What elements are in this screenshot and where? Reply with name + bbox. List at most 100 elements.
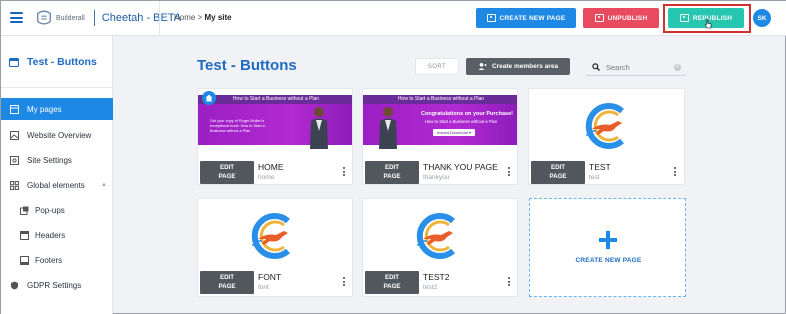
unpublish-button[interactable]: UNPUBLISH: [583, 8, 659, 28]
site-icon: [9, 57, 19, 67]
edit-page-button[interactable]: EDIT PAGE: [365, 161, 419, 184]
more-options-icon[interactable]: [343, 167, 346, 176]
sidebar-item-label: Website Overview: [27, 130, 92, 140]
more-options-icon[interactable]: [508, 167, 511, 176]
breadcrumb-home[interactable]: Home: [174, 13, 195, 22]
edit-page-button[interactable]: EDIT PAGE: [531, 161, 585, 184]
thumbnail-subheading: How to Start a Business without a Plan: [425, 119, 498, 124]
sidebar-item-label: Headers: [35, 230, 66, 240]
page-label: PAGE: [383, 282, 401, 290]
footer-icon: [20, 255, 29, 265]
create-new-page-button[interactable]: CREATE NEW PAGE: [476, 8, 576, 28]
clear-search-icon[interactable]: ×: [674, 64, 681, 71]
site-title-text: Test - Buttons: [27, 56, 97, 68]
more-options-icon[interactable]: [508, 277, 511, 286]
sidebar-item-headers[interactable]: Headers: [1, 224, 113, 246]
chevron-up-icon[interactable]: ▲: [101, 182, 107, 188]
sidebar-item-popups[interactable]: Pop-ups: [1, 199, 113, 221]
page-label: PAGE: [383, 172, 401, 180]
breadcrumb-separator: >: [197, 13, 203, 22]
sidebar-item-site-settings[interactable]: Site Settings: [1, 149, 113, 171]
sidebar-item-label: Pop-ups: [35, 205, 65, 215]
create-members-area-button[interactable]: Create members area: [466, 58, 570, 75]
page-card-thank-you[interactable]: How to Start a Business without a Plan C…: [362, 88, 518, 185]
search-input[interactable]: [606, 62, 676, 72]
user-avatar[interactable]: SK: [753, 9, 771, 27]
sidebar-item-my-pages[interactable]: My pages: [1, 98, 113, 120]
cheetah-logo-icon: [585, 103, 624, 149]
card-footer: EDIT PAGE TEST test: [529, 159, 684, 184]
edit-page-button[interactable]: EDIT PAGE: [200, 161, 254, 184]
page-thumbnail[interactable]: How to Start a Business without a Plan G…: [198, 89, 352, 159]
sidebar: Test - Buttons My pages Website Overview…: [1, 36, 113, 314]
popup-icon: [20, 206, 29, 215]
page-card-home[interactable]: How to Start a Business without a Plan G…: [197, 88, 353, 185]
logo-text: Builderall: [56, 14, 85, 22]
settings-icon: [10, 155, 19, 165]
page-card-test2[interactable]: EDIT PAGE TEST2 test2: [362, 198, 518, 297]
breadcrumb-current: My site: [204, 13, 232, 22]
edit-label: EDIT: [550, 164, 566, 172]
page-name: FONT: [258, 272, 282, 282]
page-thumbnail[interactable]: [198, 199, 352, 269]
page-label: PAGE: [218, 172, 236, 180]
search-box: ×: [586, 59, 686, 76]
cheetah-logo-icon: [416, 213, 455, 259]
sidebar-item-label: Footers: [35, 255, 63, 265]
sidebar-item-footers[interactable]: Footers: [1, 249, 113, 271]
page-slug: font: [258, 284, 269, 291]
edit-label: EDIT: [219, 274, 235, 282]
home-icon: [205, 94, 213, 102]
page-slug: home: [258, 174, 275, 181]
more-options-icon[interactable]: [343, 277, 346, 286]
shield-icon: [10, 281, 19, 290]
card-footer: EDIT PAGE TEST2 test2: [363, 269, 517, 296]
sidebar-item-label: Global elements: [27, 180, 85, 190]
edit-page-button[interactable]: EDIT PAGE: [200, 271, 254, 294]
page-label: PAGE: [218, 282, 236, 290]
sidebar-item-gdpr-settings[interactable]: GDPR Settings: [1, 274, 113, 296]
plus-icon: [599, 231, 617, 249]
sidebar-divider: [1, 87, 113, 88]
overview-icon: [10, 130, 19, 140]
search-icon: [592, 63, 600, 71]
create-members-area-label: Create members area: [491, 63, 559, 70]
edit-label: EDIT: [219, 164, 235, 172]
builderall-logo-icon: [37, 10, 51, 25]
new-page-icon: [486, 14, 496, 22]
logo-separator: [93, 10, 95, 26]
breadcrumb: Home > My site: [174, 13, 232, 22]
sidebar-item-website-overview[interactable]: Website Overview: [1, 124, 113, 146]
hamburger-menu-icon[interactable]: [10, 12, 23, 23]
unpublish-label: UNPUBLISH: [607, 14, 648, 22]
card-footer: EDIT PAGE THANK YOU PAGE thankyou: [363, 159, 517, 184]
page-slug: test2: [423, 284, 438, 291]
page-card-font[interactable]: EDIT PAGE FONT font: [197, 198, 353, 297]
header-icon: [20, 230, 29, 240]
more-options-icon[interactable]: [674, 167, 677, 176]
edit-page-button[interactable]: EDIT PAGE: [365, 271, 419, 294]
sidebar-item-global-elements[interactable]: Global elements ▲: [1, 174, 113, 196]
thumbnail-title: How to Start a Business without a Plan: [198, 95, 352, 104]
app-title: Cheetah - BETA: [101, 12, 182, 24]
edit-label: EDIT: [384, 164, 400, 172]
sort-button[interactable]: SORT: [415, 58, 459, 75]
create-new-page-card[interactable]: CREATE NEW PAGE: [529, 198, 686, 297]
thumbnail-text: Get your copy of Roger Mullen's exceptio…: [210, 119, 265, 133]
page-thumbnail[interactable]: [529, 89, 684, 159]
create-new-page-card-label: CREATE NEW PAGE: [575, 257, 642, 264]
site-title: Test - Buttons: [9, 56, 97, 68]
author-photo: [310, 107, 328, 149]
page-name: THANK YOU PAGE: [423, 162, 498, 172]
edit-label: EDIT: [384, 274, 400, 282]
page-thumbnail[interactable]: [363, 199, 517, 269]
thumbnail-download-button: Instant Download ▾: [433, 129, 476, 136]
sidebar-item-label: GDPR Settings: [27, 280, 82, 290]
page-slug: thankyou: [423, 174, 450, 181]
home-page-badge: [202, 91, 216, 105]
cheetah-logo-icon: [251, 213, 290, 259]
page-thumbnail[interactable]: How to Start a Business without a Plan C…: [363, 89, 517, 159]
page-card-test[interactable]: EDIT PAGE TEST test: [528, 88, 685, 185]
top-bar: Builderall Cheetah - BETA Home > My site…: [1, 1, 786, 36]
members-icon: [478, 63, 487, 70]
